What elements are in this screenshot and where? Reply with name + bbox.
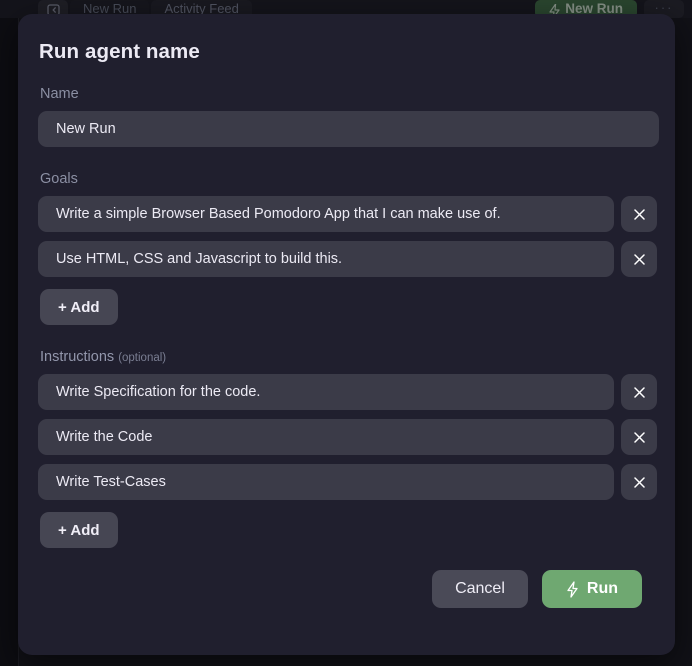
instruction-row: Write Test-Cases xyxy=(38,464,657,500)
lightning-bolt-icon xyxy=(567,580,578,598)
remove-instruction-button[interactable] xyxy=(621,419,657,455)
dialog-footer: Cancel Run xyxy=(38,570,657,608)
instruction-row: Write the Code xyxy=(38,419,657,455)
app-root: New Run Activity Feed New Run ··· Run ag… xyxy=(0,0,692,666)
goals-label: Goals xyxy=(40,171,78,187)
instruction-input[interactable]: Write Specification for the code. xyxy=(38,374,614,410)
instruction-input[interactable]: Write Test-Cases xyxy=(38,464,614,500)
goal-row: Use HTML, CSS and Javascript to build th… xyxy=(38,241,657,277)
add-goal-button[interactable]: + Add xyxy=(40,289,118,325)
close-icon xyxy=(633,208,645,220)
dialog-title: Run agent name xyxy=(39,40,200,63)
close-icon xyxy=(633,476,645,488)
instruction-input[interactable]: Write the Code xyxy=(38,419,614,455)
instructions-label-text: Instructions xyxy=(40,349,115,365)
instructions-label: Instructions (optional) xyxy=(40,349,657,365)
name-input[interactable]: New Run xyxy=(38,111,659,147)
cancel-button[interactable]: Cancel xyxy=(432,570,528,608)
run-button[interactable]: Run xyxy=(541,570,642,608)
goal-input[interactable]: Write a simple Browser Based Pomodoro Ap… xyxy=(38,196,614,232)
name-field-label: Name xyxy=(40,86,79,102)
add-instruction-button[interactable]: + Add xyxy=(40,512,118,548)
run-agent-dialog: Run agent name Name New Run Goals Write … xyxy=(18,14,675,655)
close-icon xyxy=(633,386,645,398)
instructions-optional-note: (optional) xyxy=(118,352,167,364)
remove-instruction-button[interactable] xyxy=(621,374,657,410)
run-button-label: Run xyxy=(586,580,618,597)
instruction-row: Write Specification for the code. xyxy=(38,374,657,410)
close-icon xyxy=(633,431,645,443)
remove-goal-button[interactable] xyxy=(621,196,657,232)
goal-input[interactable]: Use HTML, CSS and Javascript to build th… xyxy=(38,241,614,277)
close-icon xyxy=(633,253,645,265)
goals-section: Goals Write a simple Browser Based Pomod… xyxy=(38,171,657,325)
remove-goal-button[interactable] xyxy=(621,241,657,277)
goal-row: Write a simple Browser Based Pomodoro Ap… xyxy=(38,196,657,232)
remove-instruction-button[interactable] xyxy=(621,464,657,500)
instructions-section: Instructions (optional) Write Specificat… xyxy=(38,349,657,548)
